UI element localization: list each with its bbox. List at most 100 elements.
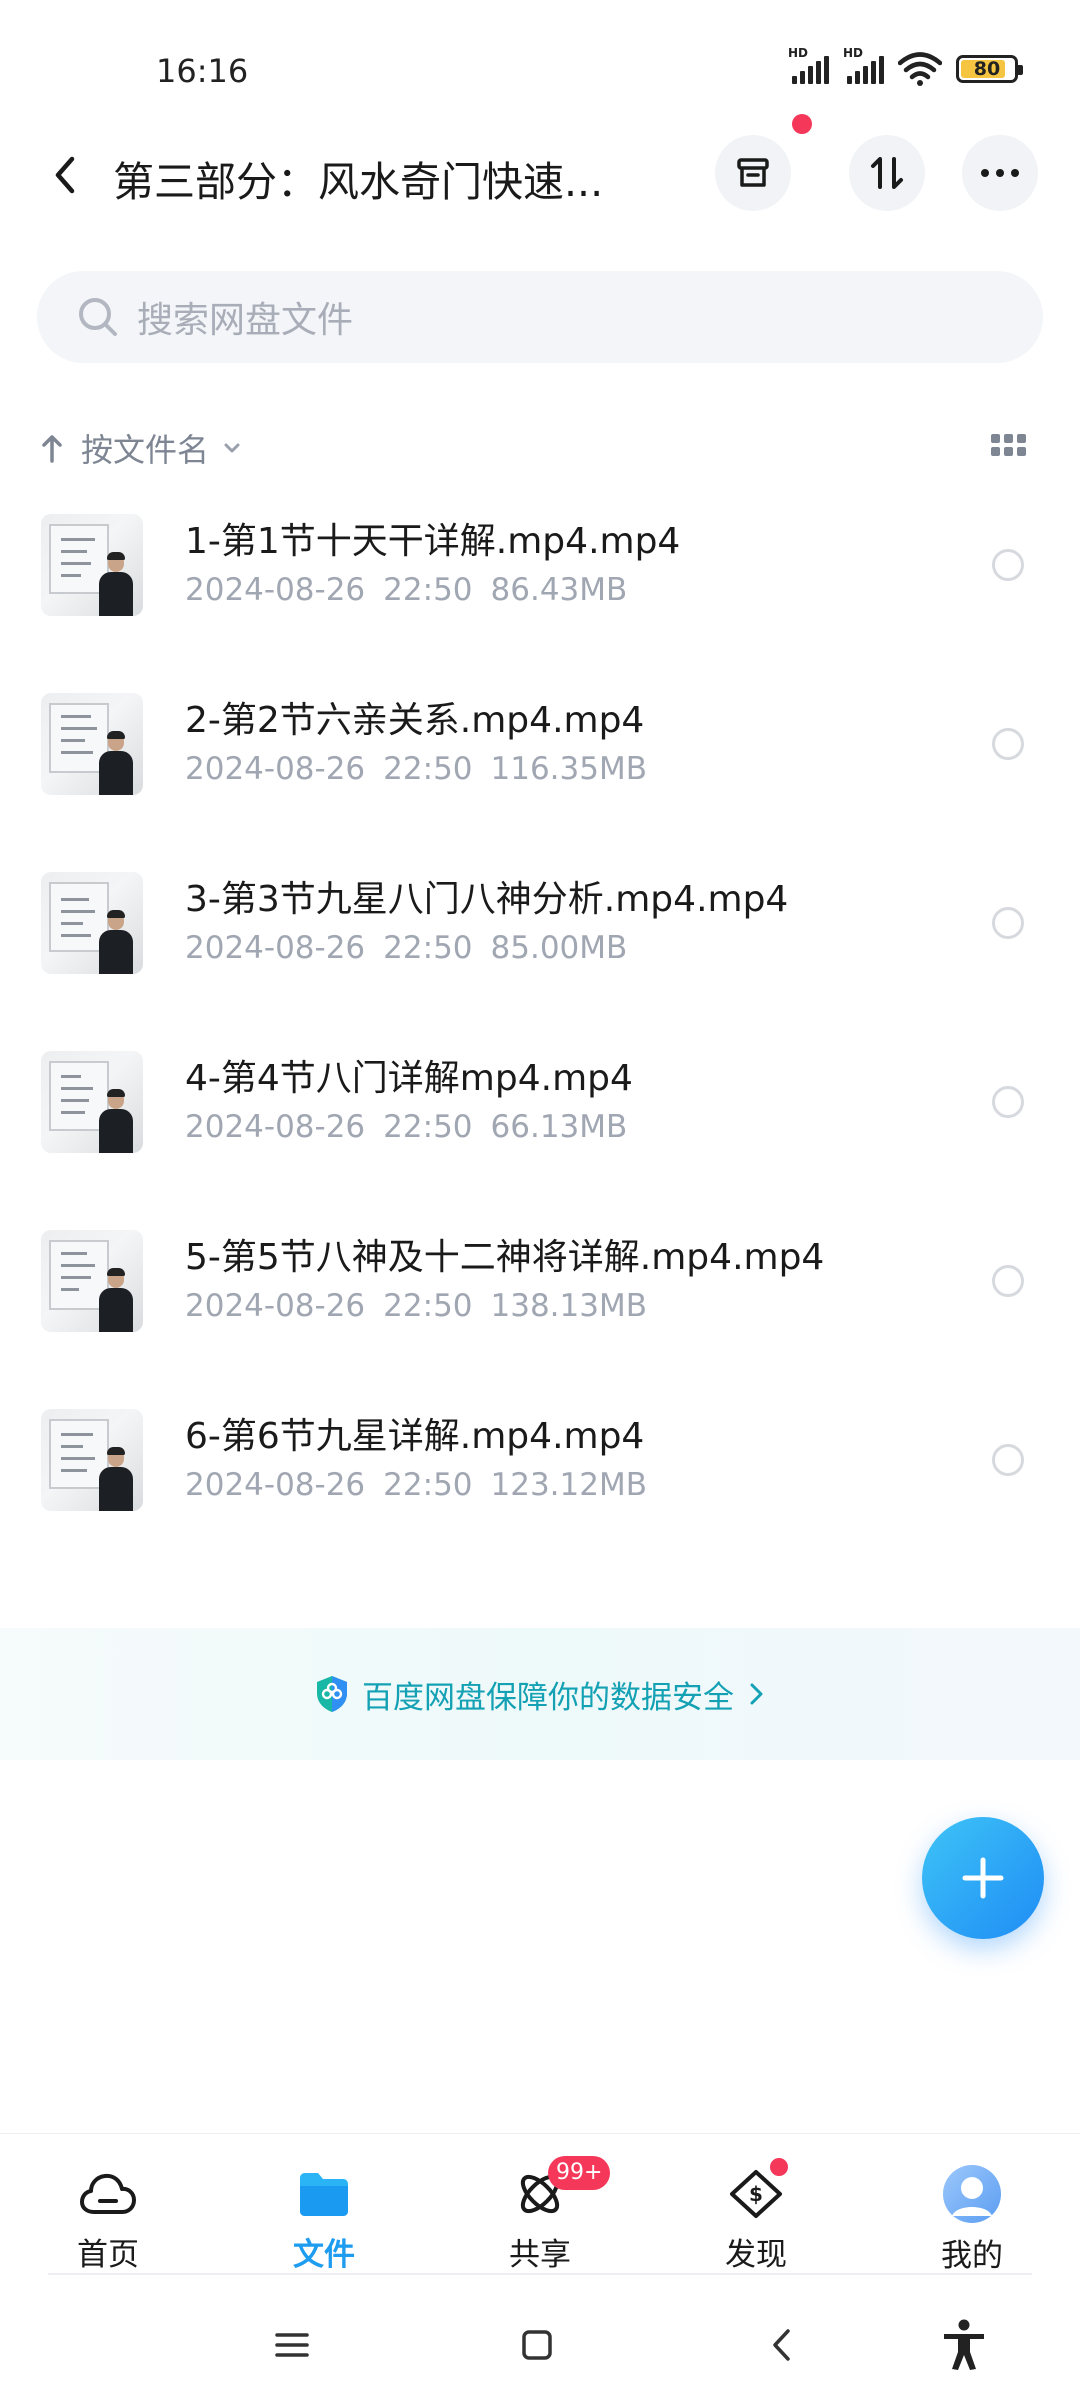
- discover-icon: $: [724, 2158, 788, 2223]
- accessibility-button[interactable]: [934, 2315, 994, 2375]
- sort-label[interactable]: 按文件名: [81, 425, 209, 471]
- file-meta: 2024-08-26 22:50 138.13MB: [185, 1288, 647, 1324]
- add-button[interactable]: [922, 1817, 1044, 1939]
- system-back-button[interactable]: [752, 2315, 812, 2375]
- wifi-icon: [898, 52, 942, 86]
- video-thumbnail: [41, 693, 143, 795]
- file-size: 116.35MB: [490, 751, 647, 787]
- battery-icon: 80: [956, 55, 1023, 83]
- file-date: 2024-08-26: [185, 1467, 366, 1503]
- system-nav: [0, 2290, 1080, 2400]
- notification-dot: [792, 114, 812, 134]
- nav-label: 文件: [293, 2237, 355, 2273]
- video-thumbnail: [41, 514, 143, 616]
- nav-profile[interactable]: 我的: [912, 2164, 1032, 2274]
- select-checkbox[interactable]: [992, 907, 1024, 939]
- avatar-icon: [940, 2164, 1004, 2224]
- transfer-button[interactable]: [849, 135, 925, 211]
- page-title: 第三部分：风水奇门快速...: [113, 158, 604, 206]
- chevron-down-icon[interactable]: [221, 437, 243, 459]
- file-size: 123.12MB: [490, 1467, 647, 1503]
- nav-label: 我的: [941, 2238, 1003, 2274]
- select-checkbox[interactable]: [992, 549, 1024, 581]
- file-meta: 2024-08-26 22:50 116.35MB: [185, 751, 647, 787]
- file-date: 2024-08-26: [185, 1109, 366, 1145]
- chevron-right-icon: [750, 1683, 763, 1705]
- more-button[interactable]: [962, 135, 1038, 211]
- folder-icon: [292, 2164, 356, 2223]
- security-banner[interactable]: 百度网盘保障你的数据安全: [0, 1628, 1080, 1760]
- back-button[interactable]: [40, 150, 90, 200]
- nav-divider: [48, 2273, 1032, 2275]
- file-name: 2-第2节六亲关系.mp4.mp4: [185, 700, 645, 741]
- chevron-left-icon: [55, 156, 75, 194]
- file-time: 22:50: [383, 1288, 473, 1324]
- file-size: 86.43MB: [490, 572, 628, 608]
- search-placeholder: 搜索网盘文件: [137, 300, 354, 341]
- header: 第三部分：风水奇门快速...: [0, 114, 1080, 220]
- file-name: 5-第5节八神及十二神将详解.mp4.mp4: [185, 1237, 825, 1278]
- sort-direction-icon[interactable]: [37, 431, 67, 465]
- video-thumbnail: [41, 1051, 143, 1153]
- file-row[interactable]: 1-第1节十天干详解.mp4.mp4 2024-08-26 22:50 86.43M…: [0, 500, 1080, 679]
- nav-share[interactable]: 99+ 共享: [480, 2156, 611, 2274]
- video-thumbnail: [41, 1230, 143, 1332]
- signal-hd-label-2: HD: [843, 46, 864, 60]
- file-time: 22:50: [383, 930, 473, 966]
- signal-hd-label: HD: [788, 46, 809, 60]
- back-arrow-icon: [773, 2329, 790, 2361]
- status-bar: 16:16 HD HD 80: [0, 0, 1080, 150]
- nav-discover[interactable]: $ 发现: [696, 2158, 816, 2274]
- select-checkbox[interactable]: [992, 728, 1024, 760]
- svg-text:$: $: [749, 2182, 763, 2206]
- more-icon: [981, 169, 1019, 177]
- battery-level: 80: [973, 58, 1001, 80]
- video-thumbnail: [41, 1409, 143, 1511]
- file-time: 22:50: [383, 1109, 473, 1145]
- file-meta: 2024-08-26 22:50 86.43MB: [185, 572, 627, 608]
- security-text: 百度网盘保障你的数据安全: [362, 1679, 734, 1716]
- menu-icon: [275, 2333, 309, 2357]
- file-row[interactable]: 5-第5节八神及十二神将详解.mp4.mp4 2024-08-26 22:50 13…: [0, 1216, 1080, 1395]
- file-name: 6-第6节九星详解.mp4.mp4: [185, 1416, 645, 1457]
- nav-home[interactable]: 首页: [48, 2164, 168, 2274]
- status-icons: HD HD 80: [788, 46, 1023, 86]
- nav-label: 发现: [725, 2237, 787, 2273]
- file-list: 1-第1节十天干详解.mp4.mp4 2024-08-26 22:50 86.43M…: [0, 500, 1080, 1574]
- file-size: 66.13MB: [490, 1109, 628, 1145]
- file-time: 22:50: [383, 751, 473, 787]
- transfer-icon: [871, 157, 903, 189]
- system-menu-button[interactable]: [262, 2315, 322, 2375]
- video-thumbnail: [41, 872, 143, 974]
- select-checkbox[interactable]: [992, 1444, 1024, 1476]
- archive-button[interactable]: [715, 135, 791, 211]
- search-icon: [79, 298, 117, 336]
- file-row[interactable]: 3-第3节九星八门八神分析.mp4.mp4 2024-08-26 22:50 85.…: [0, 858, 1080, 1037]
- file-meta: 2024-08-26 22:50 85.00MB: [185, 930, 627, 966]
- nav-files[interactable]: 文件: [264, 2164, 384, 2274]
- nav-label: 首页: [77, 2237, 139, 2273]
- signal-icon: HD: [788, 46, 829, 84]
- file-meta: 2024-08-26 22:50 66.13MB: [185, 1109, 627, 1145]
- file-name: 4-第4节八门详解mp4.mp4: [185, 1058, 633, 1099]
- search-input[interactable]: 搜索网盘文件: [37, 271, 1043, 363]
- select-checkbox[interactable]: [992, 1265, 1024, 1297]
- bottom-nav: 首页 文件 99+ 共享 $ 发现 我的: [0, 2133, 1080, 2274]
- file-time: 22:50: [383, 1467, 473, 1503]
- share-badge: 99+: [548, 2156, 611, 2190]
- grid-view-icon[interactable]: [991, 434, 1026, 458]
- file-date: 2024-08-26: [185, 572, 366, 608]
- cloud-icon: [76, 2164, 140, 2223]
- status-time: 16:16: [156, 52, 249, 90]
- file-row[interactable]: 6-第6节九星详解.mp4.mp4 2024-08-26 22:50 123.12M…: [0, 1395, 1080, 1574]
- file-size: 138.13MB: [490, 1288, 647, 1324]
- select-checkbox[interactable]: [992, 1086, 1024, 1118]
- file-name: 1-第1节十天干详解.mp4.mp4: [185, 521, 681, 562]
- file-size: 85.00MB: [490, 930, 628, 966]
- file-row[interactable]: 2-第2节六亲关系.mp4.mp4 2024-08-26 22:50 116.35M…: [0, 679, 1080, 858]
- file-time: 22:50: [383, 572, 473, 608]
- file-row[interactable]: 4-第4节八门详解mp4.mp4 2024-08-26 22:50 66.13MB: [0, 1037, 1080, 1216]
- system-home-button[interactable]: [507, 2315, 567, 2375]
- share-atom-icon: 99+: [508, 2156, 611, 2223]
- nav-label: 共享: [509, 2237, 571, 2273]
